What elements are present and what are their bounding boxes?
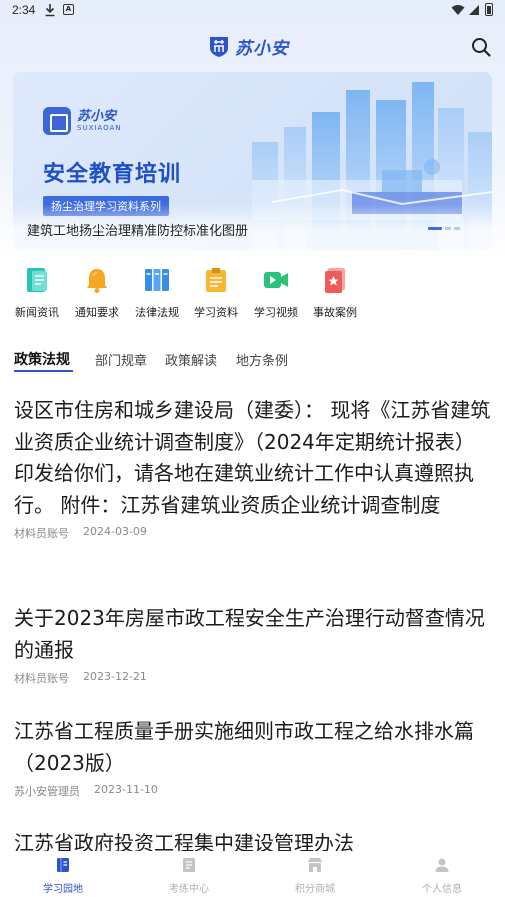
download-icon	[45, 4, 55, 17]
article-item[interactable]: 江苏省工程质量手册实施细则市政工程之给水排水篇（2023版） 苏小安管理员 20…	[14, 716, 492, 799]
app-name: 苏小安	[235, 38, 289, 59]
book-icon	[57, 858, 69, 872]
category-label: 新闻资讯	[15, 306, 59, 319]
carousel-indicator	[428, 227, 460, 230]
category-cases[interactable]: 事故案例	[305, 266, 365, 322]
shield-logo-icon	[210, 37, 228, 57]
banner-carousel[interactable]: 苏小安 SUXIAOAN 安全教育培训 扬尘治理学习资料系列 建筑工地扬尘治理精…	[13, 72, 492, 250]
content-tabs: 政策法规 部门规章 政策解读 地方条例	[0, 348, 505, 374]
category-news[interactable]: 新闻资讯	[7, 266, 67, 322]
banner-caption: 建筑工地扬尘治理精准防控标准化图册	[27, 224, 249, 239]
nav-personal-info[interactable]: 个人信息	[397, 857, 487, 895]
article-meta: 苏小安管理员 2023-11-10	[14, 783, 492, 799]
category-label: 通知要求	[75, 306, 119, 319]
battery-icon	[485, 3, 493, 16]
nav-label: 积分商城	[295, 884, 335, 895]
carousel-dot	[445, 227, 451, 230]
shop-icon	[308, 858, 322, 872]
category-materials[interactable]: 学习资料	[186, 266, 246, 322]
article-title: 设区市住房和城乡建设局（建委）： 现将《江苏省建筑业资质企业统计调查制度》（20…	[14, 398, 491, 517]
nav-exam-center[interactable]: 考练中心	[144, 857, 234, 895]
tab-policy-interpretation[interactable]: 政策解读	[165, 350, 217, 369]
article-date: 2023-11-10	[94, 783, 158, 796]
active-tab-indicator	[14, 370, 73, 372]
banner-brand-en: SUXIAOAN	[77, 124, 122, 132]
signal-icon	[469, 5, 479, 15]
a-badge-icon: A	[63, 4, 74, 15]
status-bar: 2:34 A	[0, 0, 505, 22]
category-label: 学习视频	[254, 306, 298, 319]
article-author: 苏小安管理员	[14, 785, 80, 798]
category-notice[interactable]: 通知要求	[67, 266, 127, 322]
banner-title: 安全教育培训	[43, 162, 182, 187]
category-label: 学习资料	[194, 306, 238, 319]
tab-local-regulations[interactable]: 地方条例	[236, 350, 288, 369]
bottom-navigation: 学习园地 考练中心 积分商城 个人信息	[0, 851, 505, 897]
category-label: 法律法规	[135, 306, 179, 319]
carousel-dot-active	[428, 227, 442, 230]
wifi-icon	[451, 5, 465, 15]
article-meta: 材料员账号 2024-03-09	[14, 525, 492, 541]
article-item[interactable]: 设区市住房和城乡建设局（建委）： 现将《江苏省建筑业资质企业统计调查制度》（20…	[14, 395, 492, 541]
nav-label: 个人信息	[422, 884, 462, 895]
category-videos[interactable]: 学习视频	[246, 266, 306, 322]
article-author: 材料员账号	[14, 527, 69, 540]
app-logo: 苏小安	[207, 33, 289, 59]
banner-brand-cn: 苏小安	[77, 109, 117, 124]
article-author: 材料员账号	[14, 672, 69, 685]
bell-icon	[87, 269, 107, 293]
nav-label: 考练中心	[169, 884, 209, 895]
category-law[interactable]: 法律法规	[127, 266, 187, 322]
article-meta: 材料员账号 2023-12-21	[14, 670, 492, 686]
user-icon	[435, 858, 449, 872]
status-time: 2:34	[12, 3, 36, 17]
category-grid: 新闻资讯 通知要求 法律法规 学习资料 学习视频 事故案例	[0, 266, 505, 322]
nav-points-mall[interactable]: 积分商城	[270, 857, 360, 895]
article-item[interactable]: 关于2023年房屋市政工程安全生产治理行动督查情况的通报 材料员账号 2023-…	[14, 603, 492, 686]
exam-icon	[183, 858, 195, 872]
clipboard-icon	[206, 268, 226, 292]
article-date: 2024-03-09	[83, 525, 147, 538]
nav-label: 学习园地	[43, 884, 83, 895]
brand-mark-icon	[43, 107, 71, 135]
search-icon[interactable]	[470, 36, 492, 58]
case-icon	[325, 268, 345, 293]
tab-department-rules[interactable]: 部门规章	[95, 350, 147, 369]
article-date: 2023-12-21	[83, 670, 147, 683]
category-label: 事故案例	[313, 306, 357, 319]
article-title: 关于2023年房屋市政工程安全生产治理行动督查情况的通报	[14, 606, 485, 662]
article-title: 江苏省工程质量手册实施细则市政工程之给水排水篇（2023版）	[14, 719, 474, 775]
nav-study-garden[interactable]: 学习园地	[18, 857, 108, 895]
app-header: 苏小安	[0, 28, 505, 64]
banner-brand: 苏小安 SUXIAOAN	[43, 107, 122, 135]
carousel-dot	[454, 227, 460, 230]
books-icon	[145, 269, 169, 291]
video-icon	[264, 272, 288, 288]
news-icon	[27, 268, 47, 292]
tab-policy-regulations[interactable]: 政策法规	[14, 349, 70, 369]
